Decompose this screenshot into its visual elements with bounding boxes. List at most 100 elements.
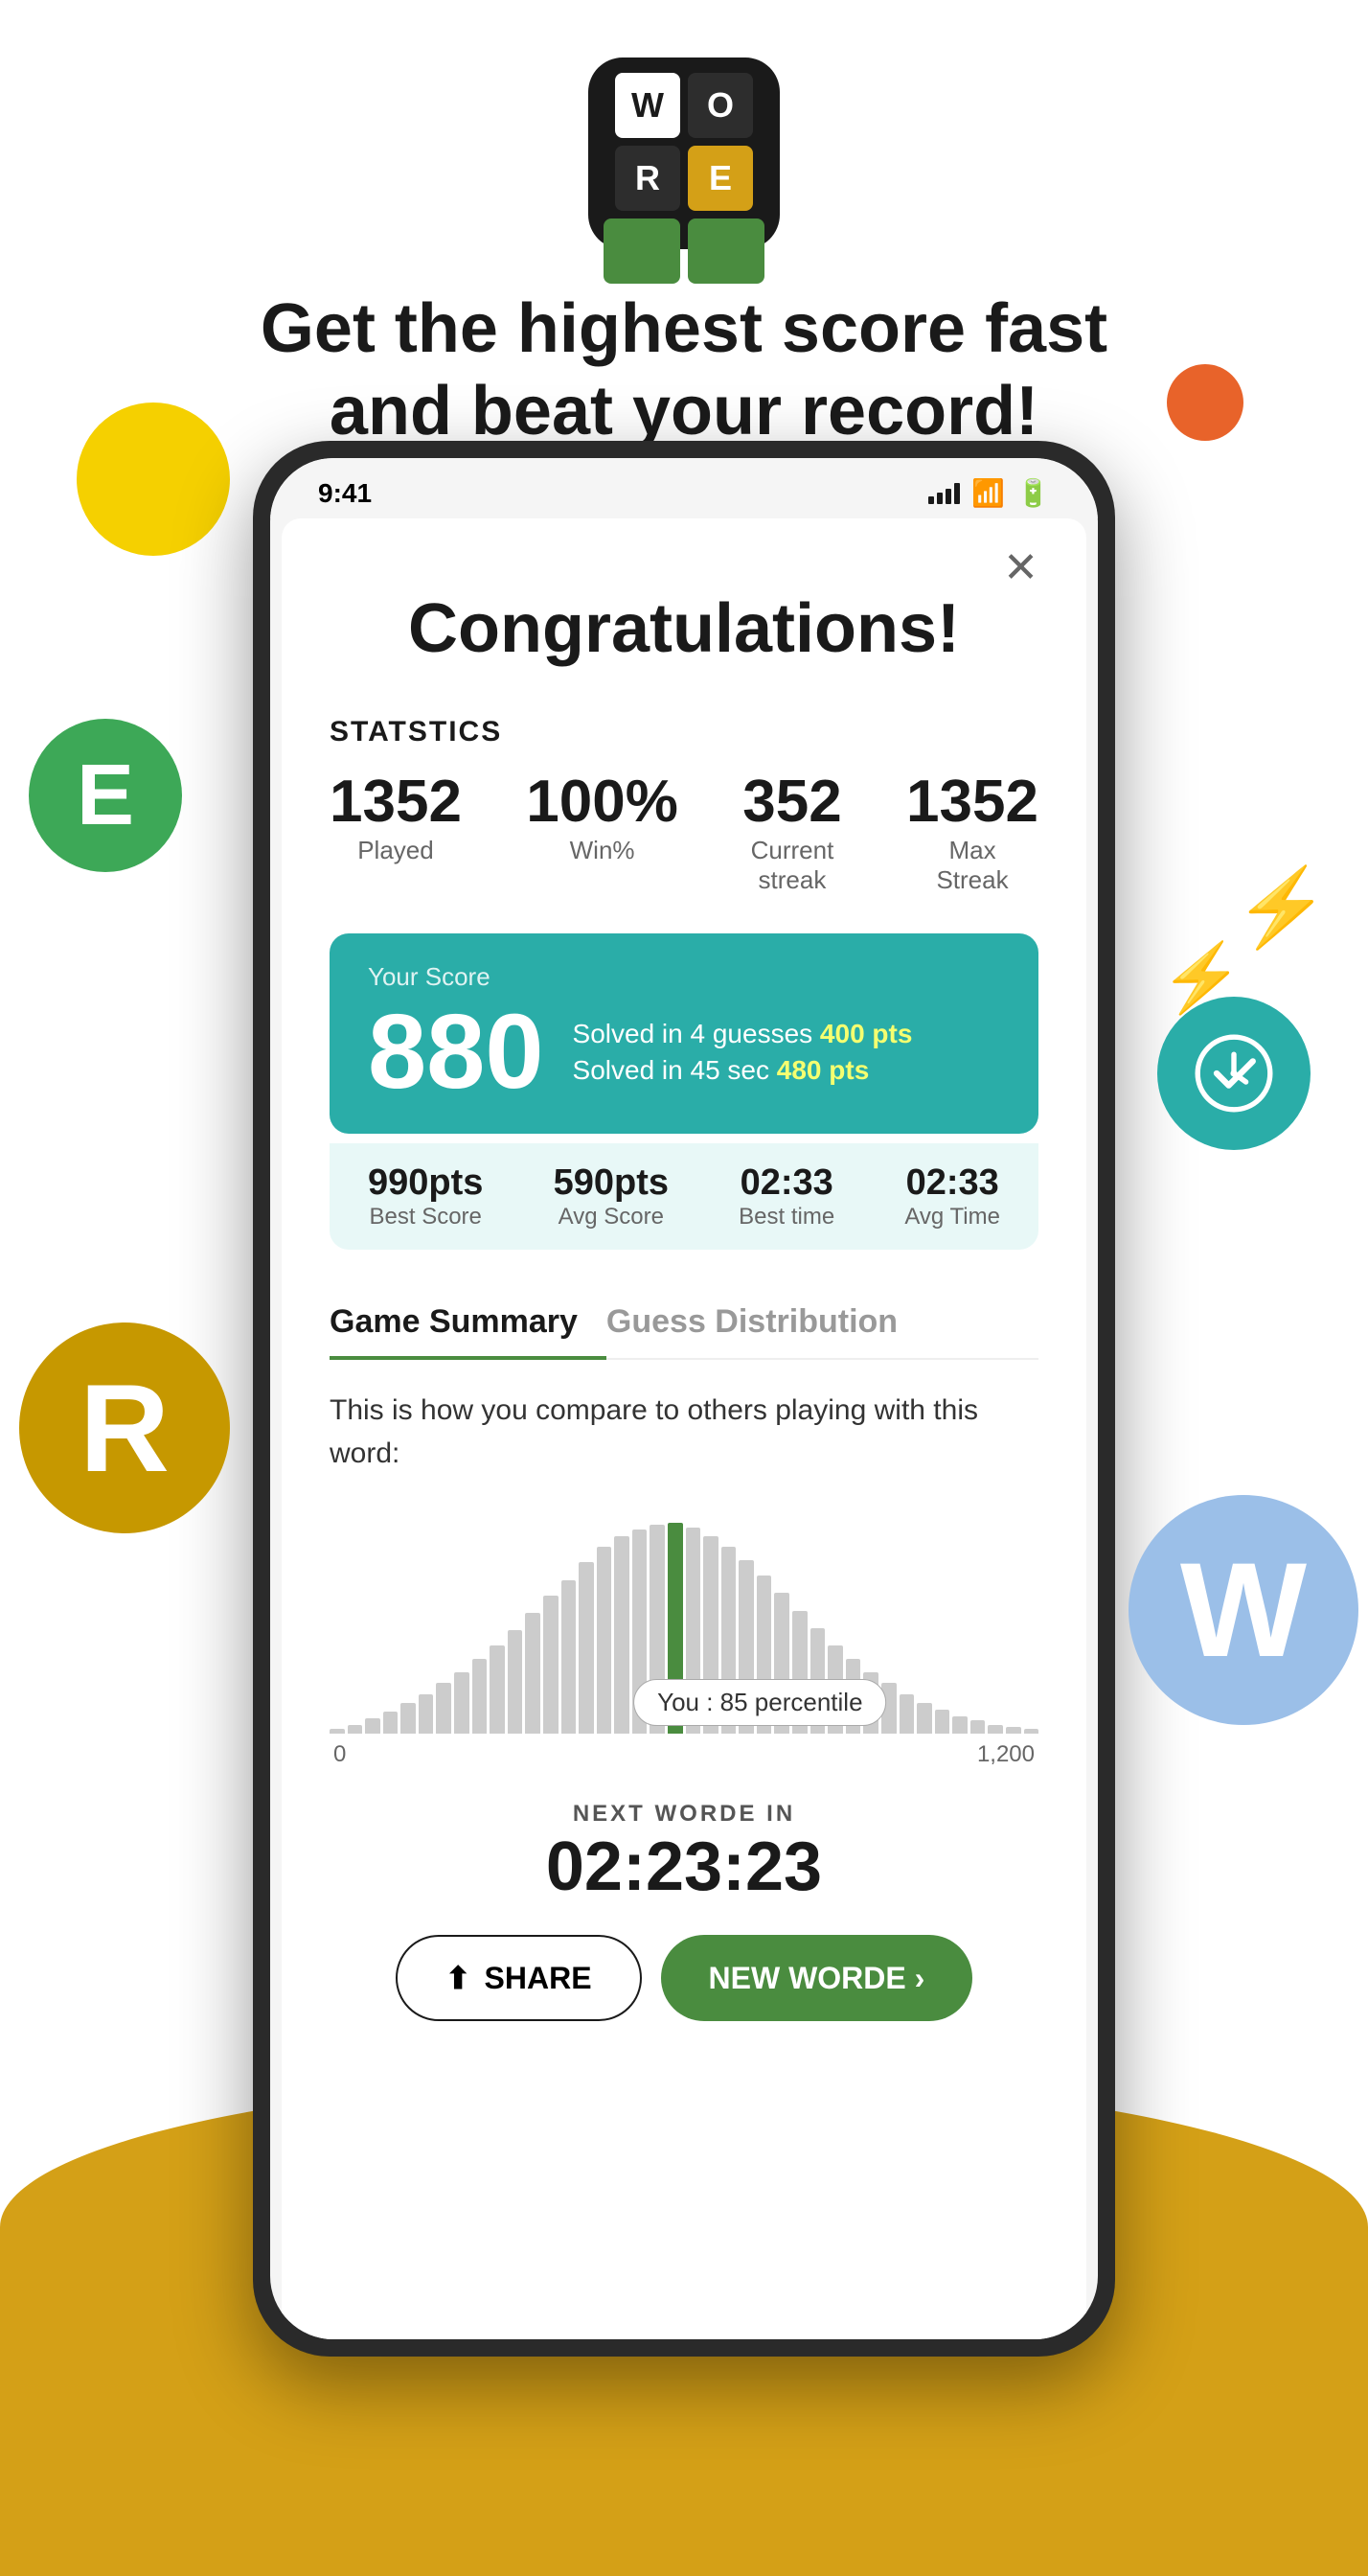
teal-clock-circle (1157, 997, 1311, 1150)
signal-icon (928, 483, 960, 504)
score-substats: 990pts Best Score 590pts Avg Score 02:33… (330, 1143, 1038, 1250)
chart-bar (348, 1725, 363, 1734)
gold-r-circle: R (19, 1322, 230, 1533)
score-pts-2: 480 pts (777, 1055, 870, 1085)
lightning-right-icon: ⚡ (1234, 862, 1330, 953)
chart-bar (579, 1562, 594, 1734)
sub-stat-avg-score: 590pts Avg Score (554, 1162, 669, 1230)
chart-bar (935, 1710, 950, 1734)
logo-square-2 (688, 218, 764, 284)
chart-bar (1006, 1727, 1021, 1734)
clock-icon (1191, 1030, 1277, 1116)
chart-bar (400, 1703, 416, 1734)
statistics-grid: 1352 Played 100% Win% 352 Currentstreak … (330, 768, 1038, 895)
sub-stat-avg-time-value: 02:33 (904, 1162, 1000, 1204)
share-label: SHARE (485, 1961, 592, 1996)
stat-streak-value: 352 (742, 768, 841, 836)
chart-bar (1024, 1729, 1039, 1734)
chart-bar (525, 1613, 540, 1734)
statistics-label: STATSTICS (330, 716, 1038, 748)
chart-bar (970, 1720, 986, 1734)
headline: Get the highest score fast and beat your… (253, 288, 1115, 453)
tabs-row: Game Summary Guess Distribution (330, 1288, 1038, 1360)
status-time: 9:41 (318, 478, 372, 509)
next-worde-timer: 02:23:23 (330, 1828, 1038, 1906)
phone-mockup: 9:41 📶 🔋 ✕ Congratulations! (253, 441, 1115, 2357)
stat-win: 100% Win% (526, 768, 678, 895)
stat-played-label: Played (330, 836, 462, 865)
score-details: Solved in 4 guesses 400 pts Solved in 45… (573, 1019, 913, 1086)
sub-stat-avg-score-label: Avg Score (554, 1204, 669, 1230)
phone-outer: 9:41 📶 🔋 ✕ Congratulations! (253, 441, 1115, 2357)
share-button[interactable]: ⬆ SHARE (396, 1935, 642, 2021)
stat-streak: 352 Currentstreak (742, 768, 841, 895)
logo-square-1 (604, 218, 680, 284)
battery-icon: 🔋 (1016, 477, 1050, 509)
chart-bar (383, 1712, 399, 1734)
chart-axis: 0 1,200 (330, 1741, 1038, 1768)
chart-bar (614, 1536, 629, 1734)
logo-letter-e: E (688, 146, 753, 211)
stat-played: 1352 Played (330, 768, 462, 895)
blue-w-circle: W (1129, 1495, 1358, 1725)
chart-bar (543, 1596, 559, 1734)
chart-bar (508, 1630, 523, 1734)
chart-axis-start: 0 (333, 1741, 346, 1768)
chart-axis-end: 1,200 (977, 1741, 1035, 1768)
logo-letter-w: W (615, 73, 680, 138)
tab-guess-distribution[interactable]: Guess Distribution (606, 1288, 926, 1358)
phone-inner: 9:41 📶 🔋 ✕ Congratulations! (270, 458, 1098, 2339)
green-e-circle: E (29, 719, 182, 872)
score-main-row: 880 Solved in 4 guesses 400 pts Solved i… (368, 1000, 1000, 1105)
tab-game-summary[interactable]: Game Summary (330, 1288, 606, 1360)
summary-text: This is how you compare to others playin… (330, 1389, 1038, 1475)
action-buttons: ⬆ SHARE NEW WORDE › (330, 1935, 1038, 2021)
logo-row2: R E (604, 146, 764, 211)
next-worde-label: NEXT WORDE IN (330, 1801, 1038, 1828)
logo-letter-o: O (688, 73, 753, 138)
stat-played-value: 1352 (330, 768, 462, 836)
stat-streak-label: Currentstreak (742, 836, 841, 895)
chart-bar (988, 1725, 1003, 1734)
stat-win-label: Win% (526, 836, 678, 865)
score-detail-2: Solved in 45 sec 480 pts (573, 1055, 913, 1086)
next-worde-section: NEXT WORDE IN 02:23:23 (330, 1801, 1038, 1906)
percentile-badge: You : 85 percentile (633, 1679, 886, 1726)
chart-bar (597, 1547, 612, 1734)
wifi-icon: 📶 (971, 477, 1005, 509)
chart-bar (454, 1672, 469, 1734)
chart-container: 0 1,200 You : 85 percentile (330, 1504, 1038, 1772)
stat-max-value: 1352 (906, 768, 1038, 836)
stat-max: 1352 MaxStreak (906, 768, 1038, 895)
chart-bar (330, 1729, 345, 1734)
score-detail-1: Solved in 4 guesses 400 pts (573, 1019, 913, 1049)
chart-bar (490, 1645, 505, 1734)
status-bar: 9:41 📶 🔋 (270, 458, 1098, 518)
close-button[interactable]: ✕ (1003, 547, 1038, 589)
chart-bar (436, 1683, 451, 1734)
score-label: Your Score (368, 962, 1000, 992)
new-worde-button[interactable]: NEW WORDE › (661, 1935, 973, 2021)
score-number: 880 (368, 1000, 544, 1105)
top-section: W O R E Get the highest score fast and b… (0, 0, 1368, 511)
sub-stat-avg-time: 02:33 Avg Time (904, 1162, 1000, 1230)
new-worde-label: NEW WORDE › (709, 1961, 925, 1996)
logo-row1: W O (604, 73, 764, 138)
sub-stat-avg-score-value: 590pts (554, 1162, 669, 1204)
chart-bar (472, 1659, 488, 1734)
sub-stat-best-score-value: 990pts (368, 1162, 483, 1204)
sub-stat-best-score: 990pts Best Score (368, 1162, 483, 1230)
score-pts-1: 400 pts (820, 1019, 913, 1048)
sub-stat-best-time-label: Best time (739, 1204, 834, 1230)
app-content: ✕ Congratulations! STATSTICS 1352 Played… (282, 518, 1086, 2339)
chart-bar (900, 1694, 915, 1734)
score-card: Your Score 880 Solved in 4 guesses 400 p… (330, 933, 1038, 1134)
logo-letter-r: R (615, 146, 680, 211)
share-icon: ⬆ (445, 1960, 471, 1996)
sub-stat-best-score-label: Best Score (368, 1204, 483, 1230)
sub-stat-best-time: 02:33 Best time (739, 1162, 834, 1230)
chart-bar (365, 1718, 380, 1734)
stat-win-value: 100% (526, 768, 678, 836)
app-logo: W O R E (588, 58, 780, 249)
chart-bar (419, 1694, 434, 1734)
